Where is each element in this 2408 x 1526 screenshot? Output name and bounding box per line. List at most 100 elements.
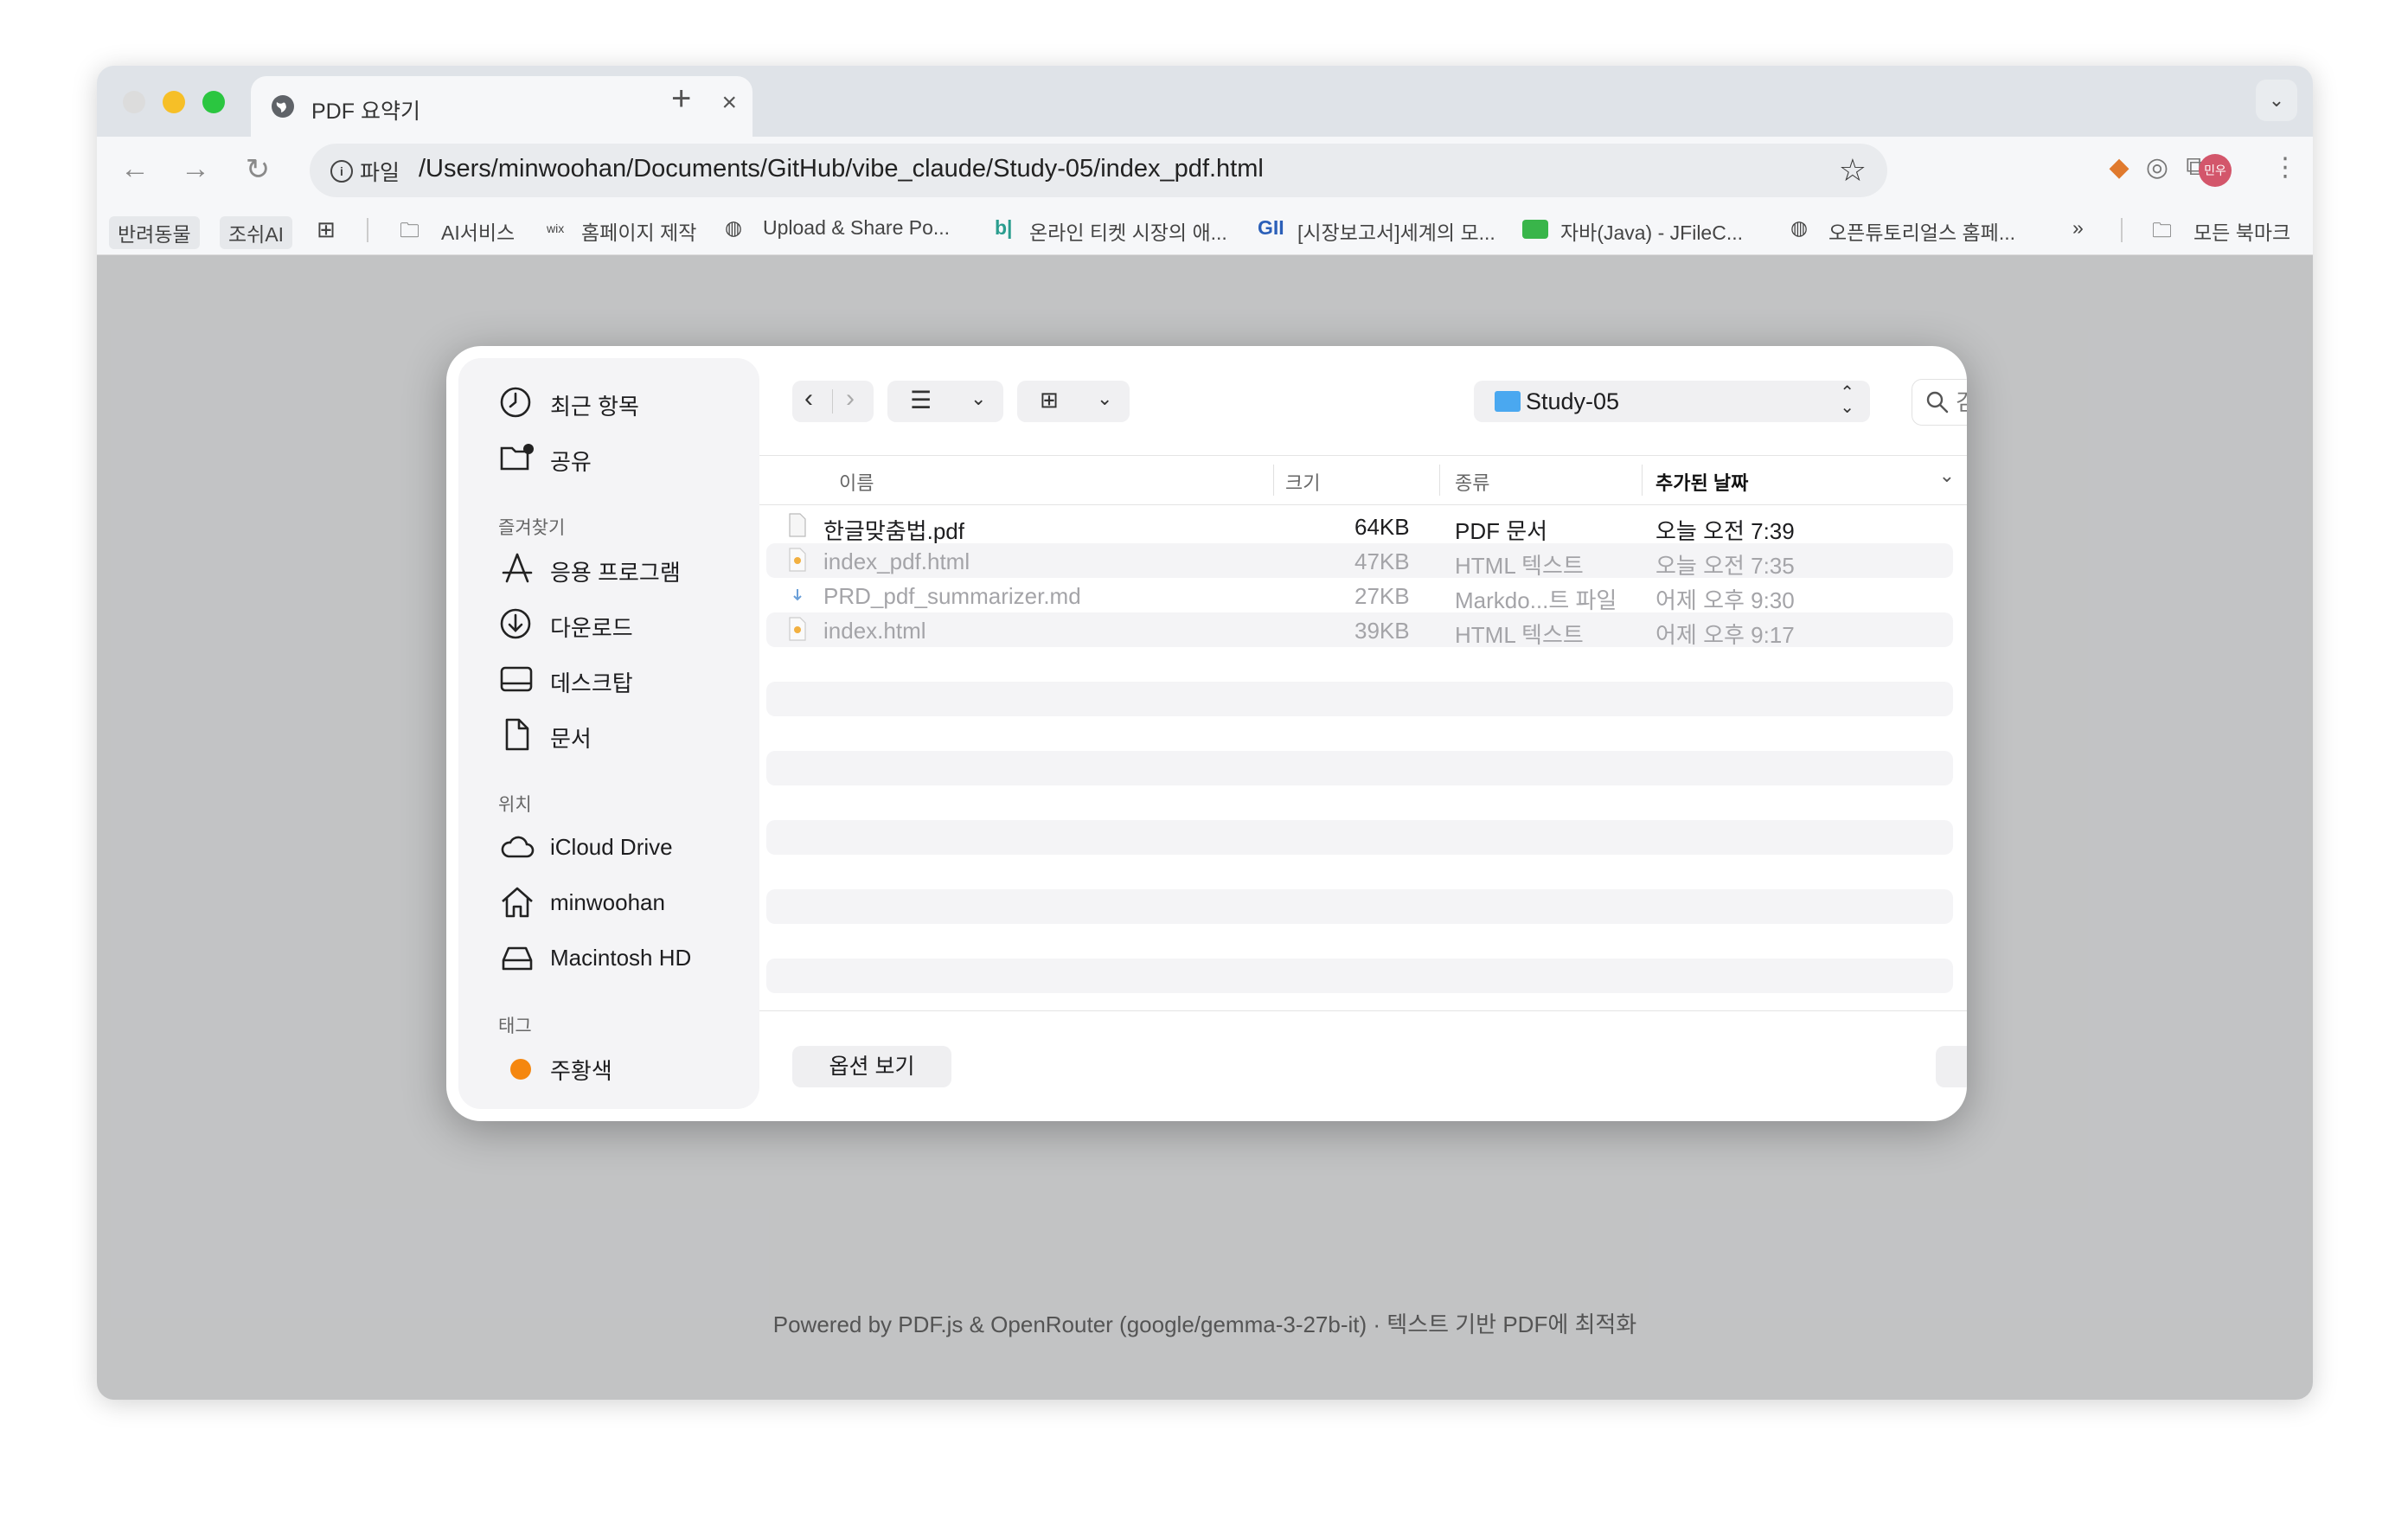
view-mode-list-button[interactable]: ☰ ⌄ [887, 381, 1003, 422]
sidebar-item-desktop[interactable]: 데스크탑 [500, 661, 759, 696]
folder-icon: 🗀 [2152, 219, 2172, 241]
sidebar-item-recents[interactable]: 최근 항목 [500, 384, 759, 420]
clock-icon [500, 387, 531, 418]
bookmark-item[interactable]: Upload & Share Po... [763, 216, 950, 240]
group-by-button[interactable]: ⊞ ⌄ [1017, 381, 1130, 422]
sidebar-item-macintosh-hd[interactable]: Macintosh HD [500, 939, 759, 974]
sort-chevron-icon[interactable]: ⌄ [1939, 465, 1955, 487]
bookmark-item[interactable]: 홈페이지 제작 [581, 216, 696, 246]
table-row: index_pdf.html 47KB HTML 텍스트 오늘 오전 7:35 [766, 543, 1953, 579]
sidebar-item-home[interactable]: minwoohan [500, 884, 759, 919]
file-scheme-chip: 파일 [360, 161, 400, 185]
sidebar-item-tag-orange[interactable]: 주황색 [500, 1048, 759, 1084]
chevron-down-icon[interactable]: ⌄ [2256, 80, 2297, 121]
file-kind: PDF 문서 [1455, 518, 1548, 544]
grid-view-icon: ⊞ [1040, 387, 1059, 413]
html-file-icon [789, 617, 806, 641]
file-name: index.html [823, 618, 926, 644]
overflow-chevron-icon[interactable]: » [2072, 216, 2084, 240]
bookmark-item[interactable]: [시장보고서]세계의 모... [1297, 216, 1495, 246]
divider [1273, 465, 1274, 496]
search-input[interactable] [1954, 387, 1967, 418]
back-forward-control: ‹ › [792, 381, 874, 422]
cancel-button[interactable]: 취소 [1936, 1046, 1967, 1087]
sidebar-item-downloads[interactable]: 다운로드 [500, 606, 759, 641]
location-popup-button[interactable]: Study-05 ⌃ ⌄ [1474, 381, 1870, 422]
sidebar-item-label: 공유 [550, 449, 592, 475]
chevron-left-icon[interactable]: ‹ [804, 384, 813, 414]
info-icon[interactable]: i [330, 160, 353, 183]
column-name[interactable]: 이름 [839, 468, 874, 496]
divider [2121, 218, 2123, 242]
bookmark-item[interactable]: 오픈튜토리얼스 홈페... [1828, 216, 2015, 246]
empty-row [766, 751, 1953, 785]
gii-icon: GII [1258, 216, 1284, 239]
folder-icon [1495, 391, 1521, 412]
folder-icon: 🗀 [400, 219, 419, 241]
wix-icon: wix [547, 221, 565, 235]
metamask-extension-icon[interactable]: ◆ [2100, 152, 2138, 183]
close-window-button[interactable] [123, 91, 145, 113]
forward-icon[interactable]: → [176, 152, 215, 186]
file-open-dialog: 최근 항목 공유 즐겨찾기 응용 프로그램 다운로드 데스크탑 문서 위치 iC… [446, 346, 1967, 1121]
more-menu-icon[interactable]: ⋮ [2266, 152, 2304, 183]
updown-chevron-icon: ⌃ ⌄ [1840, 383, 1854, 417]
column-size[interactable]: 크기 [1285, 468, 1320, 496]
sidebar-item-label: 데스크탑 [550, 670, 633, 696]
sidebar-item-label: 문서 [550, 726, 592, 752]
sidebar-item-shared[interactable]: 공유 [500, 439, 759, 475]
file-size: 47KB [1354, 548, 1410, 574]
markdown-file-icon [793, 589, 802, 601]
bookmark-star-icon[interactable]: ☆ [1839, 152, 1867, 189]
minimize-window-button[interactable] [163, 91, 185, 113]
tab-title: PDF 요약기 [311, 99, 420, 124]
sidebar-item-label: Macintosh HD [550, 945, 692, 971]
avatar[interactable]: 민우 [2199, 154, 2232, 187]
download-icon [500, 608, 531, 639]
bookmark-item-all[interactable]: 모든 북마크 [2193, 216, 2290, 246]
sidebar-item-icloud[interactable]: iCloud Drive [500, 829, 759, 863]
new-tab-button[interactable]: + [671, 80, 691, 119]
apps-grid-icon[interactable]: ⊞ [317, 216, 336, 243]
bookmark-item[interactable]: 조쉬AI [220, 216, 293, 249]
globe-icon [272, 95, 294, 118]
address-bar[interactable]: i 파일 /Users/minwoohan/Documents/GitHub/v… [310, 144, 1887, 197]
url-text[interactable]: /Users/minwoohan/Documents/GitHub/vibe_c… [419, 155, 1264, 183]
file-size: 64KB [1354, 514, 1410, 540]
zoom-window-button[interactable] [202, 91, 225, 113]
search-field[interactable] [1912, 379, 1967, 426]
sidebar-item-documents[interactable]: 문서 [500, 716, 759, 752]
pdf-file-icon [789, 513, 806, 537]
file-name: index_pdf.html [823, 548, 970, 574]
chevron-right-icon[interactable]: › [846, 384, 855, 414]
column-kind[interactable]: 종류 [1455, 468, 1489, 496]
sidebar-item-label: iCloud Drive [550, 834, 673, 860]
chevron-down-icon: ⌄ [1097, 388, 1113, 409]
table-row[interactable]: 한글맞춤법.pdf 64KB PDF 문서 오늘 오전 7:39 [766, 509, 1953, 544]
bookmark-item[interactable]: 자바(Java) - JFileC... [1560, 216, 1743, 246]
back-icon[interactable]: ← [116, 152, 154, 186]
sidebar-item-applications[interactable]: 응용 프로그램 [500, 550, 759, 586]
browser-toolbar: ← → ↻ i 파일 /Users/minwoohan/Documents/Gi… [97, 137, 2313, 204]
show-options-button[interactable]: 옵션 보기 [792, 1046, 951, 1087]
html-file-icon [789, 548, 806, 572]
sidebar-item-label: 최근 항목 [550, 394, 639, 420]
bookmark-item[interactable]: AI서비스 [441, 216, 515, 246]
extension-circle-icon[interactable]: ◎ [2138, 152, 2176, 183]
bookmark-item[interactable]: 반려동물 [109, 216, 200, 249]
close-icon[interactable]: × [721, 88, 737, 118]
bookmarks-bar: 반려동물 조쉬AI ⊞ 🗀 AI서비스 wix 홈페이지 제작 ◍ Upload… [97, 204, 2313, 255]
list-view-icon: ☰ [910, 387, 932, 414]
file-kind: HTML 텍스트 [1455, 553, 1584, 579]
bookmark-item[interactable]: 온라인 티켓 시장의 애... [1029, 216, 1227, 246]
file-date: 오늘 오전 7:39 [1656, 518, 1795, 544]
reload-icon[interactable]: ↻ [239, 152, 277, 187]
sidebar-item-label: 응용 프로그램 [550, 560, 681, 586]
file-kind: HTML 텍스트 [1455, 622, 1584, 648]
column-date-added[interactable]: 추가된 날짜 [1656, 468, 1748, 496]
home-icon [502, 887, 533, 918]
orange-tag-icon [510, 1059, 531, 1080]
sidebar-section-locations: 위치 [498, 795, 532, 815]
globe-icon: ◍ [725, 216, 743, 239]
blog-icon: b| [995, 216, 1013, 239]
